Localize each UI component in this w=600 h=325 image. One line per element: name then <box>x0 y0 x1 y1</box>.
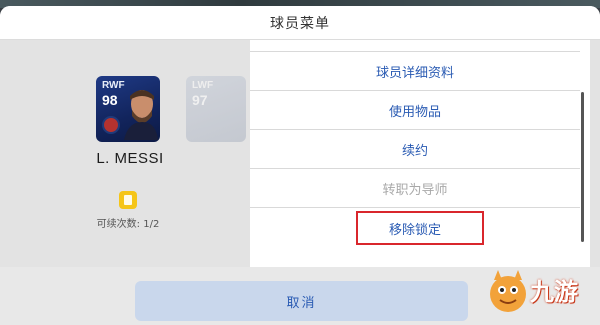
menu-item-player-details[interactable]: 球员详细资料 <box>250 53 580 91</box>
menu-item-use-item[interactable]: 使用物品 <box>250 92 580 130</box>
cancel-button[interactable]: 取消 <box>135 281 468 321</box>
menu-item-label: 续约 <box>401 144 428 159</box>
next-player-card[interactable]: LWF 97 <box>186 76 246 142</box>
highlight-box <box>356 211 484 245</box>
mascot-icon <box>490 270 526 312</box>
next-card-position: LWF <box>192 80 214 91</box>
menu-item-label: 转职为导师 <box>382 183 448 198</box>
modal-title: 球员菜单 <box>270 15 330 32</box>
menu-item-label: 使用物品 <box>388 105 441 120</box>
club-badge-icon <box>102 116 120 134</box>
contract-icon <box>119 191 137 209</box>
menu-item-remove-lock[interactable]: 移除锁定 <box>250 209 580 247</box>
renew-count: 可续次数: 1/2 <box>96 219 160 230</box>
next-card-rating: 97 <box>192 92 208 108</box>
player-name: L. MESSI <box>96 150 164 167</box>
card-rating: 98 <box>102 92 118 108</box>
menu-item-label: 球员详细资料 <box>375 66 454 81</box>
watermark-logo: 九游 <box>486 262 596 318</box>
player-portrait-icon <box>124 90 158 140</box>
player-card[interactable]: RWF 98 <box>96 76 160 142</box>
modal-content: RWF 98 LWF 97 L. MESSI 可续次数: 1/2 球员详细资料 <box>0 40 600 267</box>
modal-header: 球员菜单 <box>0 6 600 40</box>
watermark-text: 九游 <box>530 278 578 306</box>
menu-item-renew-contract[interactable]: 续约 <box>250 131 580 169</box>
menu-item-convert-to-mentor: 转职为导师 <box>250 170 580 208</box>
menu-list: 球员详细资料 使用物品 续约 转职为导师 移除锁定 <box>250 40 590 267</box>
menu-top-divider <box>250 38 580 52</box>
menu-scrollbar[interactable] <box>581 92 584 242</box>
